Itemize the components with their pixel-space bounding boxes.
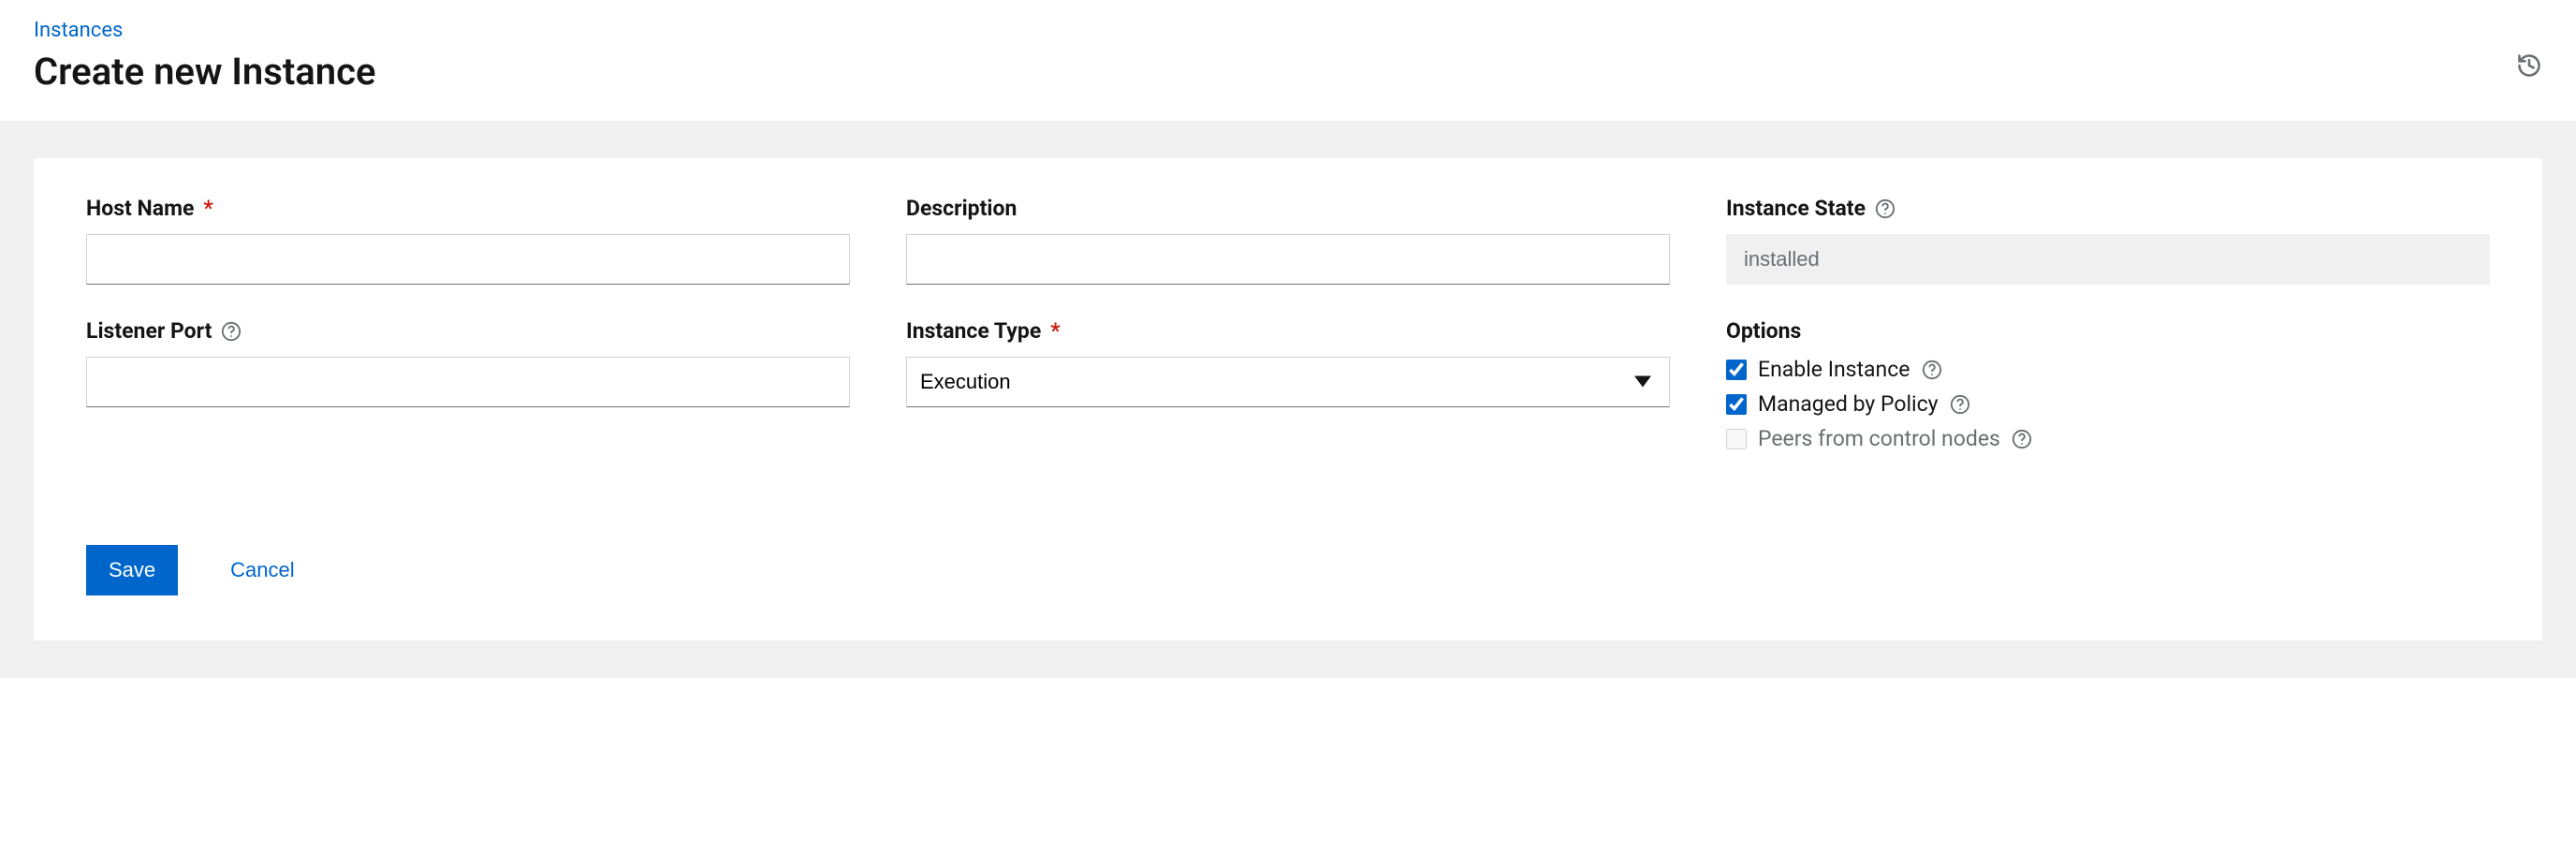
options-heading: Options: [1726, 318, 2490, 344]
listener-port-label-text: Listener Port: [86, 318, 212, 344]
help-icon[interactable]: [1922, 360, 1942, 380]
description-label-text: Description: [906, 196, 1017, 221]
instance-type-select[interactable]: [906, 357, 1670, 407]
managed-by-policy-option: Managed by Policy: [1726, 391, 2490, 417]
listener-port-input[interactable]: [86, 357, 850, 407]
create-instance-form-card: Host Name * Description Instance State: [34, 158, 2542, 640]
managed-by-policy-checkbox[interactable]: [1726, 394, 1747, 415]
help-icon[interactable]: [2012, 429, 2032, 449]
required-indicator: *: [1050, 318, 1060, 344]
help-icon[interactable]: [1950, 394, 1970, 415]
required-indicator: *: [203, 196, 212, 221]
options-field-group: Options Enable Instance Managed by Polic…: [1726, 318, 2490, 451]
enable-instance-checkbox[interactable]: [1726, 360, 1747, 380]
breadcrumb-instances[interactable]: Instances: [34, 19, 123, 42]
instance-state-label-text: Instance State: [1726, 196, 1866, 221]
managed-by-policy-label: Managed by Policy: [1758, 391, 1939, 417]
save-button[interactable]: Save: [86, 545, 178, 595]
help-icon[interactable]: [221, 321, 242, 342]
host-name-input[interactable]: [86, 234, 850, 285]
description-field-group: Description: [906, 196, 1670, 285]
description-label: Description: [906, 196, 1670, 221]
instance-state-input: [1726, 234, 2490, 285]
cancel-button[interactable]: Cancel: [230, 558, 294, 582]
page-title: Create new Instance: [34, 50, 2542, 95]
history-icon[interactable]: [2516, 52, 2542, 79]
instance-state-label: Instance State: [1726, 196, 2490, 221]
peers-from-control-label: Peers from control nodes: [1758, 426, 2000, 451]
host-name-field-group: Host Name *: [86, 196, 850, 285]
instance-state-field-group: Instance State: [1726, 196, 2490, 285]
enable-instance-option: Enable Instance: [1726, 357, 2490, 382]
listener-port-field-group: Listener Port: [86, 318, 850, 451]
description-input[interactable]: [906, 234, 1670, 285]
instance-type-field-group: Instance Type *: [906, 318, 1670, 451]
peers-from-control-option: Peers from control nodes: [1726, 426, 2490, 451]
instance-type-label: Instance Type *: [906, 318, 1670, 344]
instance-type-label-text: Instance Type: [906, 318, 1041, 344]
host-name-label: Host Name *: [86, 196, 850, 221]
help-icon[interactable]: [1875, 198, 1895, 219]
peers-from-control-checkbox: [1726, 429, 1747, 449]
host-name-label-text: Host Name: [86, 196, 194, 221]
enable-instance-label: Enable Instance: [1758, 357, 1910, 382]
options-heading-text: Options: [1726, 318, 1801, 344]
listener-port-label: Listener Port: [86, 318, 850, 344]
